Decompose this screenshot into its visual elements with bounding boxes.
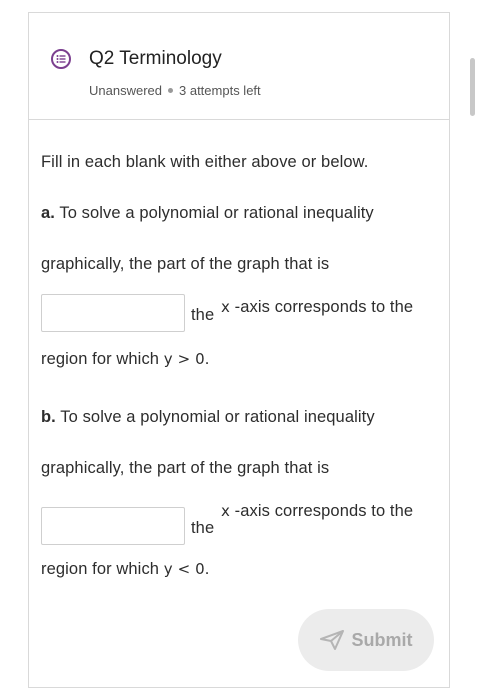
part-a-answer-input[interactable]	[41, 294, 185, 332]
send-icon	[319, 630, 344, 650]
part-a-period: .	[204, 350, 210, 368]
part-a-label: a.	[41, 204, 55, 222]
part-b-line1-text: To solve a polynomial or rational inequa…	[60, 408, 375, 426]
part-a-region-prefix: region for which	[41, 350, 160, 368]
part-b-the: the	[191, 519, 215, 537]
part-a-axis-rest: -axis corresponds to the	[234, 298, 414, 316]
part-b-axis-text: x -axis corresponds to the	[221, 502, 413, 521]
attempts-left: 3 attempts left	[179, 83, 261, 98]
page-scrollbar[interactable]	[470, 58, 475, 116]
part-b-line4: region for which y < 0.	[41, 560, 209, 579]
part-a-line2: graphically, the part of the graph that …	[41, 255, 330, 273]
part-b-line2: graphically, the part of the graph that …	[41, 459, 330, 477]
question-card: Q2 Terminology Unanswered 3 attempts left…	[28, 12, 450, 688]
part-b-region-prefix: region for which	[41, 560, 160, 578]
part-a-condition: y > 0	[163, 350, 205, 368]
part-b-condition: y < 0	[163, 560, 205, 578]
part-b-line1: b. To solve a polynomial or rational ine…	[41, 408, 375, 427]
part-a-axis-text: x -axis corresponds to the	[221, 298, 413, 317]
submit-label: Submit	[351, 629, 413, 650]
answer-status: Unanswered	[89, 83, 162, 98]
part-a-line1: a. To solve a polynomial or rational ine…	[41, 204, 374, 223]
part-b-x-var: x	[221, 502, 230, 520]
question-list-icon	[51, 49, 71, 69]
part-a-x-var: x	[221, 298, 230, 316]
part-b-label: b.	[41, 408, 56, 426]
question-status: Unanswered 3 attempts left	[89, 83, 261, 98]
instructions: Fill in each blank with either above or …	[41, 153, 369, 171]
submit-button[interactable]: Submit	[298, 609, 434, 671]
part-a-the: the	[191, 306, 215, 324]
question-header: Q2 Terminology Unanswered 3 attempts left	[29, 13, 449, 120]
part-a-line4: region for which y > 0.	[41, 350, 209, 369]
part-b-period: .	[204, 560, 210, 578]
part-a-line1-text: To solve a polynomial or rational inequa…	[59, 204, 374, 222]
part-b-answer-input[interactable]	[41, 507, 185, 545]
part-b-axis-rest: -axis corresponds to the	[234, 502, 414, 520]
separator-dot	[168, 88, 173, 94]
question-title: Q2 Terminology	[89, 48, 222, 69]
